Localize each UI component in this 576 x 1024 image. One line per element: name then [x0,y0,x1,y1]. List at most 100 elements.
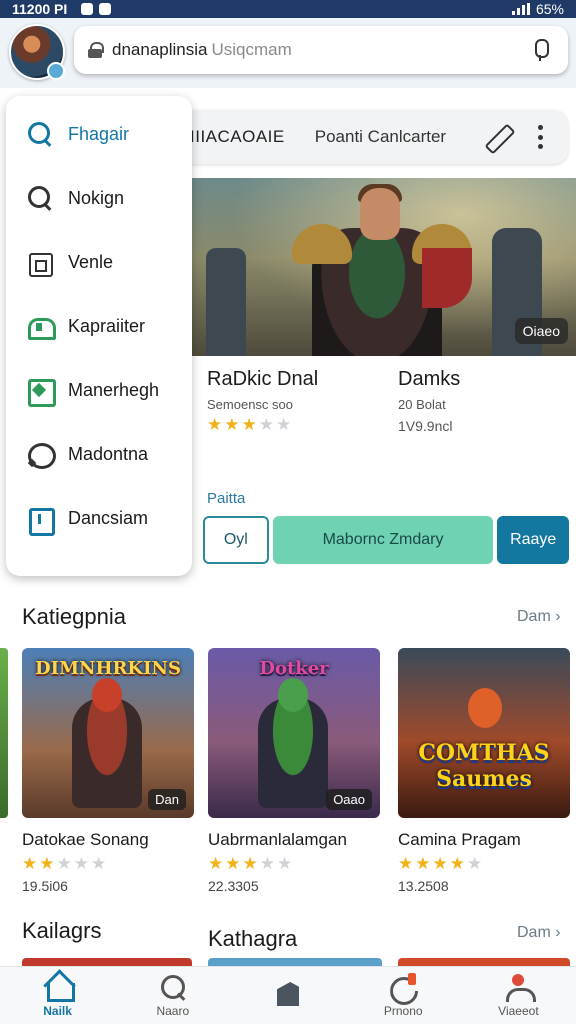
toolbar: IIIACAOAIE Poanti Canlcarter [150,110,568,164]
star-filled-icon: ★ [242,854,258,873]
featured-game-secondary[interactable]: Damks 20 Bolat 1V9.9ncl [398,368,460,434]
profile-icon [503,973,537,1002]
featured-subtitle: Semoensc soo [207,397,293,412]
star-empty-icon: ★ [56,854,72,873]
menu-item-madontna[interactable]: Madontna [6,422,192,486]
partial-card-left[interactable] [0,648,8,818]
game-card-rating: ★ ★ ★ ★ ★ [22,855,194,872]
toolbar-label-left[interactable]: IIIACAOAIE [190,127,285,147]
game-card-image: DIMNHRKINS Dan [22,648,194,818]
side-menu: Fhagair Nokign Venle Kapraiiter Manerheg… [6,96,192,576]
star-filled-icon: ★ [208,854,224,873]
section-title-right: Kathagra [208,926,298,951]
microphone-icon[interactable] [526,36,554,64]
hero-badge[interactable]: Oiaeo [514,318,568,344]
hero-banner[interactable]: Oiaeo [192,178,576,356]
filter-label: Paitta [207,490,246,507]
star-empty-icon: ★ [258,415,274,434]
menu-item-label: Manerhegh [68,379,160,400]
info-icon [26,504,55,536]
game-card-rating: ★ ★ ★ ★ ★ [208,855,380,872]
hero-character-image [272,184,472,356]
section-see-all-link[interactable]: Dam › [517,924,561,942]
nav-label: Viaeeot [498,1004,539,1018]
battery-level: 65% [535,1,564,17]
game-card[interactable]: Dotker Oaao Uabrmanlalamgan ★ ★ ★ ★ ★ 22.330… [208,648,380,894]
menu-item-kapraiiter[interactable]: Kapraiiter [6,294,192,358]
star-filled-icon: ★ [207,415,223,434]
menu-item-label: Nokign [68,187,125,208]
star-filled-icon: ★ [39,854,55,873]
search-icon [26,184,54,212]
game-card-title: Datokae Sonang [22,830,149,849]
nav-label: Nailk [43,1004,72,1018]
nav-label: Naaro [156,1004,190,1018]
apps-icon [388,973,418,1001]
menu-item-label: Madontna [68,443,149,464]
featured-title-2: Damks [398,368,461,390]
status-bar: 11200 PI 65% [0,0,576,18]
game-card-image: COMTHAS Saumes [398,648,570,818]
menu-item-dancsiam[interactable]: Dancsiam [6,486,192,550]
nav-games[interactable] [230,967,345,1024]
star-filled-icon: ★ [22,854,38,873]
toolbar-label-right[interactable]: Poanti Canlcarter [315,127,446,147]
nav-apps[interactable]: Prnono [346,967,461,1024]
menu-item-nokign[interactable]: Nokign [6,166,192,230]
game-card-downloads: 19.5i06 [22,878,68,894]
star-empty-icon: ★ [73,854,89,873]
nav-label: Prnono [383,1004,423,1018]
menu-item-manerhegh[interactable]: Manerhegh [6,358,192,422]
category-icon [26,312,56,340]
menu-item-label: Kapraiiter [68,315,146,336]
menu-item-venle[interactable]: Venle [6,230,192,294]
status-right: 65% [511,1,564,17]
search-bar[interactable]: dnanaplinsia Usiqcmam [74,26,568,74]
menu-item-label: Dancsiam [68,507,149,528]
game-card-banner: DIMNHRKINS [35,658,181,679]
section-card-preview[interactable] [22,958,192,966]
featured-rating: ★ ★ ★ ★ ★ [207,416,318,433]
star-empty-icon: ★ [276,415,292,434]
menu-item-fhagair[interactable]: Fhagair [6,102,192,166]
star-empty-icon: ★ [91,854,107,873]
star-empty-icon: ★ [467,854,483,873]
nav-home[interactable]: Nailk [0,967,115,1024]
star-filled-icon: ★ [241,415,257,434]
featured-price-2: 1V9.9ncl [398,418,453,434]
game-card[interactable]: COMTHAS Saumes Camina Pragam ★ ★ ★ ★ ★ 13.25… [398,648,570,894]
section-title-left: Kailagrs [22,918,102,943]
section-card-preview[interactable] [398,958,570,966]
nav-search[interactable]: Naaro [115,967,230,1024]
menu-item-label: Venle [68,251,114,272]
star-filled-icon: ★ [224,415,240,434]
game-card[interactable]: DIMNHRKINS Dan Datokae Sonang ★ ★ ★ ★ ★ 19.5… [22,648,194,894]
filter-pills: Oyl Mabornc Zmdary Raaye [203,516,569,564]
notification-icons [81,3,112,15]
more-options-icon[interactable] [530,125,550,149]
search-icon [26,120,54,148]
filter-pill-action[interactable]: Raaye [497,516,569,564]
featured-title: RaDkic Dnal [207,368,319,390]
search-query[interactable]: dnanaplinsia [112,40,207,60]
games-icon [273,980,303,1008]
section-see-all-link[interactable]: Dam › [517,608,561,626]
lock-icon [88,42,104,58]
game-card-tag: Dan [148,789,186,810]
game-card-banner: Dotker [259,658,329,679]
nav-profile[interactable]: Viaeeot [461,967,576,1024]
star-filled-icon: ★ [225,854,241,873]
home-icon [43,973,75,1002]
status-time: 11200 PI [12,1,68,17]
manager-icon [26,376,56,407]
section-card-preview[interactable] [208,958,382,966]
menu-item-label: Fhagair [68,123,130,144]
edit-icon[interactable] [480,121,512,153]
featured-game[interactable]: RaDkic Dnal Semoensc soo ★ ★ ★ ★ ★ [207,368,318,433]
filter-pill-outline[interactable]: Oyl [203,516,269,564]
filter-pill-selected[interactable]: Mabornc Zmdary [272,516,494,564]
search-icon [158,973,188,1001]
star-empty-icon: ★ [259,854,275,873]
game-card-tag: Oaao [326,789,372,810]
star-filled-icon: ★ [398,854,414,873]
